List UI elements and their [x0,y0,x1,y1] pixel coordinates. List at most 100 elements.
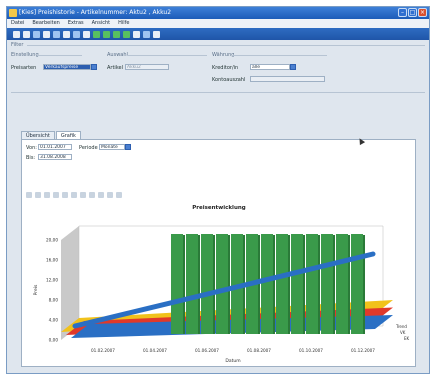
chart-copy-icon[interactable] [35,192,41,198]
toolbar [7,28,429,40]
close-button[interactable]: × [418,8,427,17]
kreditor-select[interactable]: alle [250,64,290,70]
bar-side [183,235,185,334]
x-tick-label: 01.02.2007 [91,348,115,353]
window-title: [Kies] Preishistorie - Artikelnummer: Ak… [19,9,172,16]
artikel-field[interactable]: Akku2 [125,64,169,70]
menu-datei[interactable]: Datei [11,19,24,28]
chart-palette-icon[interactable] [62,192,68,198]
bar [201,234,213,334]
export-icon[interactable] [133,30,140,38]
filter-bottom-divider [11,92,425,93]
open-icon[interactable] [33,30,40,38]
y-axis-label: Preis [33,284,39,295]
y-tick-label: 20,00 [46,238,58,243]
y-tick-label: 4,00 [49,318,59,323]
bar-side [348,235,350,334]
auswahl-label: Auswahl [107,52,128,58]
y-tick-label: 8,00 [49,298,59,303]
chart-toolbar [26,192,122,198]
x-tick-label: 01.12.2007 [351,348,375,353]
einstellung-divider [37,55,82,56]
menu-bearbeiten[interactable]: Bearbeiten [32,19,59,28]
auswahl-divider [127,55,207,56]
chart-3d-icon[interactable] [71,192,77,198]
bar [321,234,333,334]
title-bar: [Kies] Preishistorie - Artikelnummer: Ak… [7,7,429,19]
chart-save-icon[interactable] [26,192,32,198]
x-tick-label: 01.10.2007 [299,348,323,353]
menu-ansicht[interactable]: Ansicht [92,19,110,28]
chart-title: Preisentwicklung [192,205,246,211]
chart-zoom-icon[interactable] [98,192,104,198]
periode-dropdown-icon[interactable] [125,144,131,150]
maximize-button[interactable]: □ [408,8,417,17]
bar-side [363,235,365,334]
waehrung-divider [232,55,327,56]
bis-label: Bis: [26,155,36,161]
price-chart: Preisentwicklung 0,00 4,00 8,00 12,00 16,00 20… [33,205,410,364]
first-record-icon[interactable] [93,30,100,38]
minimize-button[interactable]: – [398,8,407,17]
bar [306,234,318,334]
preisarten-dropdown-icon[interactable] [91,64,97,70]
sort-icon[interactable] [83,30,90,38]
y-tick-label: 0,00 [49,338,59,343]
filter-divider [27,45,425,46]
von-date-field[interactable]: 01.01.2007 [38,144,72,150]
bar [216,234,228,334]
menu-extras[interactable]: Extras [68,19,84,28]
artikel-label: Artikel [107,65,124,71]
bar-side [273,235,275,334]
new-icon[interactable] [13,30,20,38]
kontoauszug-label: Kontoauszahl [212,77,246,83]
menu-hilfe[interactable]: Hilfe [118,19,129,28]
chart-print-icon[interactable] [44,192,50,198]
refresh-icon[interactable] [63,30,70,38]
x-tick-label: 01.04.2007 [143,348,167,353]
preisarten-select[interactable]: Verkaufspreise [43,64,91,70]
kreditor-dropdown-icon[interactable] [290,64,296,70]
legend-entry: VK [400,330,406,335]
bar [186,234,198,334]
menu-bar: Datei Bearbeiten Extras Ansicht Hilfe [7,19,429,28]
periode-select[interactable]: Monate [99,144,125,150]
app-icon [9,9,17,17]
einstellung-label: Einstellung [11,52,39,58]
copy-icon[interactable] [53,30,60,38]
bar [291,234,303,334]
kontoauszug-field[interactable] [250,76,325,82]
chart-properties-icon[interactable] [116,192,122,198]
settings-icon[interactable] [143,30,150,38]
x-axis-label: Datum [225,358,240,364]
chart-rotate-icon[interactable] [107,192,113,198]
filter-section-label: Filter [11,42,24,48]
filter-icon[interactable] [73,30,80,38]
app-window: [Kies] Preishistorie - Artikelnummer: Ak… [6,6,430,374]
bar-side [288,235,290,334]
next-record-icon[interactable] [113,30,120,38]
help-icon[interactable] [153,30,160,38]
bar-side [198,235,200,334]
chart-grid-icon[interactable] [80,192,86,198]
bar [276,234,288,334]
bar-side [258,235,260,334]
bar-side [333,235,335,334]
bar [336,234,348,334]
x-tick-label: 01.08.2007 [247,348,271,353]
bar [261,234,273,334]
prev-record-icon[interactable] [103,30,110,38]
chart-type-icon[interactable] [53,192,59,198]
periode-label: Periode [79,145,98,151]
legend-entry: EK [404,336,410,341]
bar-side [228,235,230,334]
y-tick-label: 16,00 [46,258,58,263]
bar [171,234,183,334]
legend-entry: Trend [395,324,407,329]
last-record-icon[interactable] [123,30,130,38]
chart-legend-icon[interactable] [89,192,95,198]
save-icon[interactable] [23,30,30,38]
preisarten-label: Preisarten [11,65,37,71]
bis-date-field[interactable]: 31.08.2008 [38,154,72,160]
print-icon[interactable] [43,30,50,38]
